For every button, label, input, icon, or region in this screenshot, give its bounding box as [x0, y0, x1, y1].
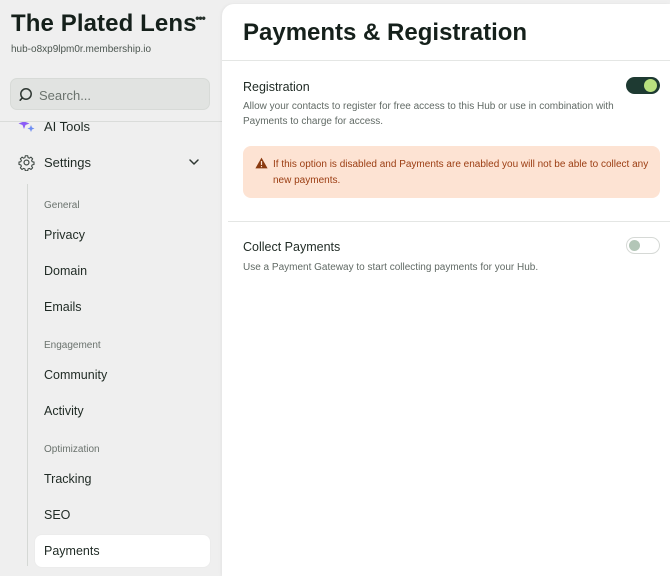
sidebar: The Plated Lens ••• hub-o8xp9lpm0r.membe… — [0, 0, 222, 576]
sidebar-item-emails[interactable]: Emails — [44, 300, 82, 314]
collect-payments-title: Collect Payments — [243, 240, 341, 254]
sidebar-item-label: Payments — [44, 544, 100, 558]
registration-title: Registration — [243, 80, 310, 94]
chevron-down-icon[interactable] — [188, 156, 200, 168]
sidebar-item-tracking[interactable]: Tracking — [44, 472, 91, 486]
warning-banner: If this option is disabled and Payments … — [243, 146, 660, 198]
collect-payments-toggle[interactable] — [626, 237, 660, 254]
sidebar-nav: AI Tools Settings General Privacy Domain… — [0, 122, 222, 576]
search-input[interactable] — [39, 85, 204, 105]
registration-description: Allow your contacts to register for free… — [243, 101, 614, 127]
section-label-general: General — [44, 200, 80, 211]
main-panel: Payments & Registration Registration All… — [222, 4, 670, 576]
sidebar-item-settings[interactable]: Settings — [18, 152, 200, 172]
sparkle-icon — [18, 122, 35, 132]
warning-icon — [255, 157, 268, 169]
section-divider — [228, 221, 670, 222]
sidebar-item-ai-tools[interactable]: AI Tools — [18, 122, 90, 136]
sidebar-item-domain[interactable]: Domain — [44, 264, 87, 278]
warning-text: If this option is disabled and Payments … — [273, 159, 649, 186]
section-label-engagement: Engagement — [44, 340, 101, 351]
sidebar-item-payments[interactable]: Payments — [35, 535, 210, 567]
toggle-knob — [629, 240, 640, 251]
sidebar-item-community[interactable]: Community — [44, 368, 107, 382]
search-icon — [19, 88, 32, 101]
section-label-optimization: Optimization — [44, 444, 100, 455]
title-divider — [222, 60, 670, 61]
hub-url: hub-o8xp9lpm0r.membership.io — [11, 44, 152, 55]
collect-payments-description: Use a Payment Gateway to start collectin… — [243, 262, 539, 273]
sidebar-item-privacy[interactable]: Privacy — [44, 228, 85, 242]
sidebar-item-label: AI Tools — [44, 122, 91, 134]
search-box[interactable] — [10, 78, 210, 110]
page-title: Payments & Registration — [243, 19, 528, 46]
sidebar-item-seo[interactable]: SEO — [44, 508, 70, 522]
hub-name: The Plated Lens — [11, 10, 197, 37]
more-options-icon[interactable]: ••• — [193, 11, 207, 25]
gear-icon — [18, 154, 35, 171]
registration-toggle[interactable] — [626, 77, 660, 94]
sidebar-item-label: Settings — [44, 154, 91, 170]
settings-tree-line — [27, 184, 28, 566]
toggle-knob — [644, 79, 657, 92]
sidebar-item-activity[interactable]: Activity — [44, 404, 84, 418]
